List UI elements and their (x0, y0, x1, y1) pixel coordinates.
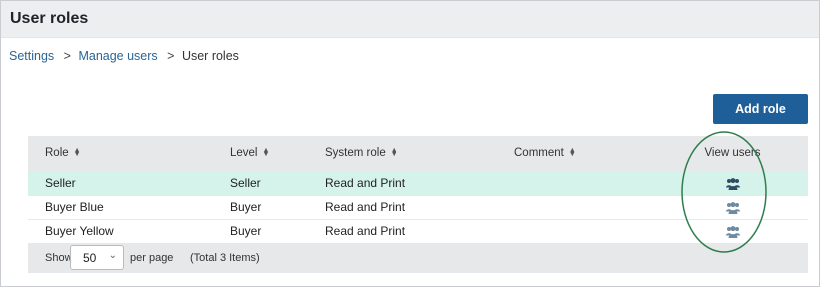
breadcrumb-current: User roles (181, 49, 239, 63)
page-size-value: 50 (83, 251, 97, 265)
table-row[interactable]: Seller Seller Read and Print (28, 171, 808, 195)
column-header-level[interactable]: Level ▲ ▼ (213, 136, 308, 171)
column-header-label: Comment (514, 147, 564, 160)
cell-view-users (657, 195, 808, 219)
breadcrumb-separator: > (167, 49, 175, 63)
roles-table: Role ▲ ▼ Level ▲ ▼ System role ▲ ▼ Comment ▲ ▼ V… (28, 136, 808, 243)
users-icon[interactable] (725, 226, 740, 239)
breadcrumb-manage-users-link[interactable]: Manage users (78, 49, 157, 63)
cell-role: Buyer Blue (45, 200, 104, 214)
page-title: User roles (10, 10, 89, 27)
users-icon[interactable] (725, 177, 740, 190)
page-header: User roles (1, 1, 819, 38)
breadcrumb-settings-link[interactable]: Settings (9, 49, 54, 63)
chevron-down-icon: ⌄ (108, 250, 117, 261)
roles-table-container: Role ▲ ▼ Level ▲ ▼ System role ▲ ▼ Comment ▲ ▼ V… (28, 136, 808, 273)
pagination-bar: Show 50 ⌄ per page (Total 3 Items) (28, 243, 808, 273)
breadcrumb: Settings > Manage users > User roles (9, 49, 239, 63)
cell-system-role: Read and Print (325, 224, 406, 239)
cell-level: Buyer (230, 200, 262, 214)
column-header-view-users: View users (657, 136, 808, 171)
cell-comment (497, 195, 657, 219)
column-header-label: View users (704, 147, 761, 160)
cell-view-users (657, 171, 808, 195)
sort-icon: ▲ ▼ (390, 147, 398, 159)
cell-system-role: Read and Print (325, 200, 406, 214)
add-role-button[interactable]: Add role (713, 94, 808, 124)
users-icon[interactable] (725, 201, 740, 214)
column-header-comment[interactable]: Comment ▲ ▼ (497, 136, 657, 171)
sort-icon: ▲ ▼ (568, 147, 576, 159)
per-page-label: per page (130, 252, 174, 264)
breadcrumb-separator: > (63, 49, 71, 63)
show-label: Show (45, 252, 73, 264)
total-items-label: (Total 3 Items) (190, 252, 260, 264)
column-header-label: Role (45, 147, 69, 160)
cell-level: Buyer (230, 224, 262, 239)
cell-role: Buyer Yellow (45, 224, 114, 239)
cell-comment (497, 171, 657, 195)
sort-icon: ▲ ▼ (262, 147, 270, 159)
cell-system-role: Read and Print (325, 176, 406, 190)
sort-icon: ▲ ▼ (73, 147, 81, 159)
cell-view-users (657, 219, 808, 243)
column-header-system-role[interactable]: System role ▲ ▼ (308, 136, 497, 171)
column-header-role[interactable]: Role ▲ ▼ (28, 136, 213, 171)
cell-level: Seller (230, 176, 261, 190)
column-header-label: System role (325, 147, 386, 160)
table-row[interactable]: Buyer Blue Buyer Read and Print (28, 195, 808, 219)
cell-role: Seller (45, 176, 76, 190)
column-header-label: Level (230, 147, 258, 160)
page-size-select[interactable]: 50 ⌄ (70, 245, 124, 270)
cell-comment (497, 219, 657, 243)
table-header-row: Role ▲ ▼ Level ▲ ▼ System role ▲ ▼ Comment ▲ ▼ V… (28, 136, 808, 171)
table-row[interactable]: Buyer Yellow Buyer Read and Print (28, 219, 808, 243)
